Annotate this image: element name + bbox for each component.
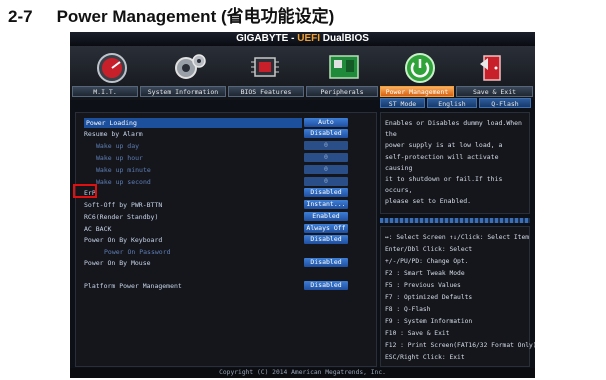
language-button[interactable]: English — [427, 98, 477, 108]
setting-value[interactable]: Always Off — [304, 224, 348, 233]
key-help-panel: ↔: Select Screen ↑↓/Click: Select Item E… — [380, 226, 535, 367]
product-label: DualBIOS — [320, 33, 369, 44]
section-heading: 2-7 Power Management (省电功能设定) — [8, 2, 335, 26]
tab-power-management[interactable]: Power Management — [380, 86, 454, 97]
uefi-label: UEFI — [297, 33, 320, 44]
tab-save-exit[interactable]: Save & Exit — [456, 86, 533, 97]
key-line: F8 : Q-Flash — [385, 306, 431, 313]
power-icon[interactable] — [400, 50, 440, 84]
key-line: F7 : Optimized Defaults — [385, 294, 473, 301]
tab-bios-features[interactable]: BIOS Features — [228, 86, 304, 97]
help-line: Enables or Disables dummy load.When the — [385, 119, 522, 139]
setting-value[interactable]: Instant... — [304, 200, 348, 209]
key-line: F9 : System Information — [385, 318, 473, 325]
settings-panel: Power Loading Auto Resume by Alarm Disab… — [75, 112, 377, 367]
speedometer-icon[interactable] — [92, 50, 132, 84]
erp-highlight-box — [73, 184, 97, 198]
setting-label[interactable]: AC BACK — [84, 224, 111, 234]
gears-icon[interactable] — [170, 50, 210, 84]
title-bar: GIGABYTE - UEFI DualBIOS — [70, 32, 535, 46]
setting-value[interactable]: Disabled — [304, 188, 348, 197]
setting-value[interactable]: Disabled — [304, 281, 348, 290]
setting-label[interactable]: Power On By Keyboard — [84, 235, 162, 245]
key-line: F12 : Print Screen(FAT16/32 Format Only) — [385, 342, 535, 349]
help-line: self-protection will activate causing — [385, 152, 499, 172]
key-line: ESC/Right Click: Exit — [385, 354, 465, 361]
menu-tabs: M.I.T. System Information BIOS Features … — [70, 86, 535, 98]
setting-label[interactable]: Resume by Alarm — [84, 129, 143, 139]
tab-mit[interactable]: M.I.T. — [72, 86, 138, 97]
setting-value[interactable]: Disabled — [304, 258, 348, 267]
key-line: ↔: Select Screen ↑↓/Click: Select Item — [385, 234, 530, 241]
key-line: +/-/PU/PD: Change Opt. — [385, 258, 469, 265]
panel-divider — [380, 218, 530, 223]
setting-value: 0 — [304, 153, 348, 162]
help-panel: Enables or Disables dummy load.When the … — [380, 112, 530, 214]
help-line: power supply is at low load, a — [385, 141, 503, 150]
chip-icon[interactable] — [245, 50, 285, 84]
help-text: Enables or Disables dummy load.When the … — [385, 118, 527, 208]
setting-value[interactable]: Enabled — [304, 212, 348, 221]
setting-value: 0 — [304, 165, 348, 174]
copyright-footer: Copyright (C) 2014 American Megatrends, … — [70, 368, 535, 378]
help-line: it to shutdown or fail.If this occurs, — [385, 175, 503, 195]
setting-value[interactable]: Disabled — [304, 235, 348, 244]
setting-label[interactable]: Power Loading — [84, 118, 302, 128]
key-line: Enter/Dbl Click: Select — [385, 246, 473, 253]
help-line: please set to Enabled. — [385, 197, 472, 206]
setting-value[interactable]: Auto — [304, 118, 348, 127]
bios-screen: GIGABYTE - UEFI DualBIOS M.I.T. System I… — [70, 32, 535, 378]
setting-label: Wake up hour — [96, 154, 143, 162]
key-line: F5 : Previous Values — [385, 282, 461, 289]
tab-peripherals[interactable]: Peripherals — [306, 86, 378, 97]
setting-label: Power On Password — [104, 248, 171, 256]
qflash-button[interactable]: Q-Flash — [479, 98, 531, 108]
tab-system-information[interactable]: System Information — [140, 86, 226, 97]
card-icon[interactable] — [324, 50, 364, 84]
setting-label: Wake up minute — [96, 166, 151, 174]
setting-label[interactable]: RC6(Render Standby) — [84, 212, 158, 222]
key-line: F2 : Smart Tweak Mode — [385, 270, 465, 277]
setting-label[interactable]: Power On By Mouse — [84, 258, 151, 268]
setting-value: 0 — [304, 141, 348, 150]
setting-value: 0 — [304, 177, 348, 186]
exit-door-icon[interactable] — [472, 50, 512, 84]
brand-label: GIGABYTE - — [236, 33, 298, 44]
key-line: F10 : Save & Exit — [385, 330, 450, 337]
setting-label: Wake up day — [96, 142, 140, 150]
setting-value[interactable]: Disabled — [304, 129, 348, 138]
section-title: Power Management (省电功能设定) — [56, 7, 335, 26]
setting-label[interactable]: Platform Power Management — [84, 281, 182, 291]
setting-label: Wake up second — [96, 178, 151, 186]
section-number: 2-7 — [8, 7, 33, 26]
setting-label[interactable]: Soft-Off by PWR-BTTN — [84, 200, 162, 210]
st-mode-button[interactable]: ST Mode — [380, 98, 425, 108]
